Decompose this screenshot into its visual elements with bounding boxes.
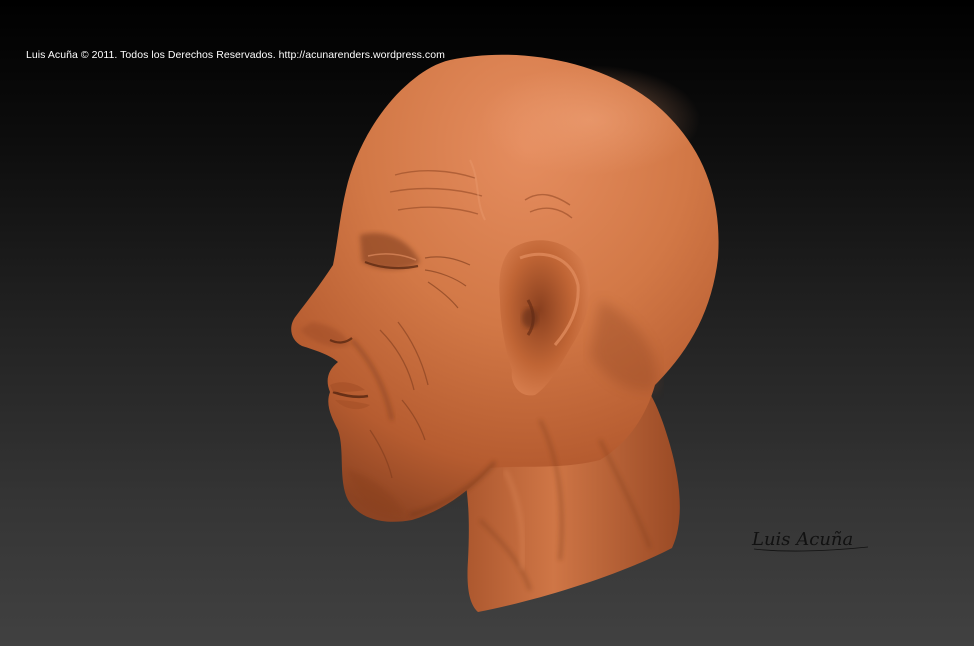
signature-text: Luis Acuña [751,529,853,550]
render-canvas: Luis Acuña © 2011. Todos los Derechos Re… [0,0,974,646]
artist-signature: Luis Acuña [751,529,869,552]
